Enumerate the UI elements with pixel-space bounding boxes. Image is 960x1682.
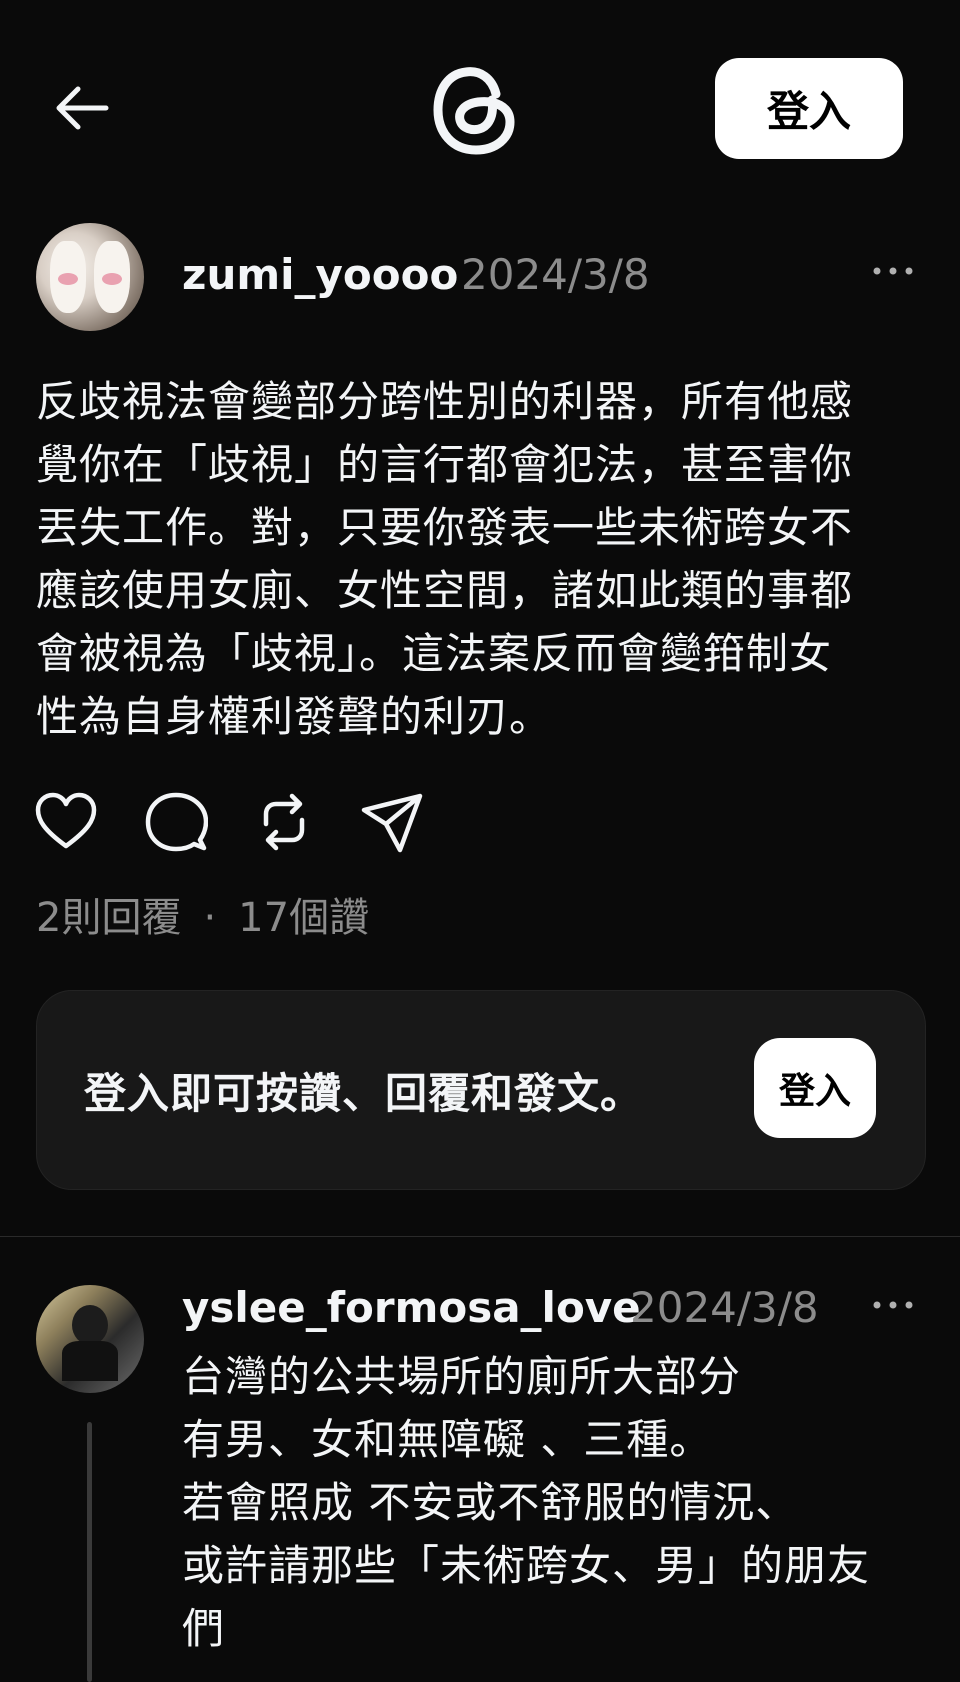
repost-icon [263,793,305,851]
heart-icon [35,792,97,849]
comment-icon [145,792,209,852]
reply-body: 台灣的公共場所的廁所大部分 有男、女和無障礙 、三種。 若會照成 不安或不舒服的… [182,1352,871,1653]
reply-date: 2024/3/8 [630,1283,819,1332]
post-body: 反歧視法會變部分跨性別的利器，所有他感 覺你在「歧視」的言行都會犯法，甚至害你 … [36,377,854,741]
threads-logo-icon[interactable] [430,60,520,160]
login-prompt-button[interactable]: 登入 [754,1038,876,1138]
avatar[interactable] [36,223,144,331]
back-button[interactable] [52,78,112,138]
post-date: 2024/3/8 [461,250,650,299]
replies-count[interactable]: 2則回覆 [36,895,181,941]
post-username[interactable]: zumi_yoooo [182,250,458,299]
more-horizontal-icon [873,267,913,275]
stats-separator: · [203,895,217,941]
arrow-left-icon [56,86,109,130]
thread-line [87,1422,92,1682]
divider [0,1236,960,1237]
more-horizontal-icon [873,1301,913,1309]
post-stats: 2則回覆 · 17個讚 [36,885,369,943]
repost-button[interactable] [252,790,316,854]
login-prompt-text: 登入即可按讚、回覆和發文。 [84,1069,644,1118]
share-button[interactable] [360,790,424,854]
login-button[interactable]: 登入 [715,58,903,159]
reply-avatar[interactable] [36,1285,144,1393]
send-icon [361,793,423,853]
more-button[interactable] [872,262,914,280]
reply-more-button[interactable] [872,1296,914,1314]
like-button[interactable] [34,790,98,854]
likes-count[interactable]: 17個讚 [238,895,369,941]
comment-button[interactable] [144,790,209,854]
reply-username[interactable]: yslee_formosa_love [182,1283,641,1332]
